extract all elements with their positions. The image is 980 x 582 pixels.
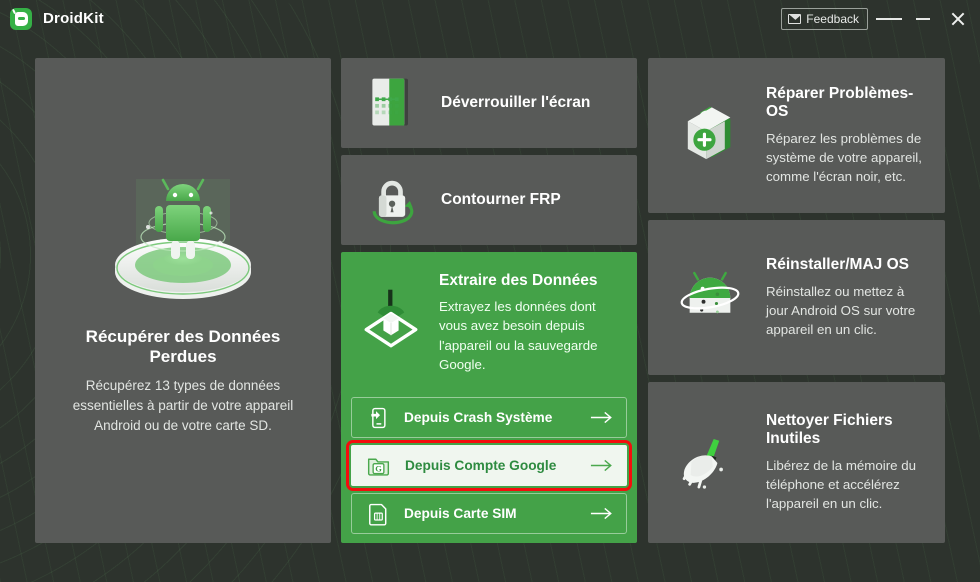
- sub-item-from-google-account[interactable]: G Depuis Compte Google: [346, 440, 632, 491]
- app-title: DroidKit: [43, 10, 104, 27]
- minimize-icon[interactable]: [910, 6, 936, 32]
- droidkit-logo-icon: [10, 7, 32, 30]
- card-clean-junk-files[interactable]: Nettoyer Fichiers Inutiles Libérez de la…: [648, 382, 945, 543]
- arrow-right-icon: [590, 411, 614, 424]
- arrow-right-icon: [590, 459, 614, 472]
- sim-card-icon: [366, 502, 390, 526]
- close-icon[interactable]: [944, 6, 970, 32]
- card-unlock-screen[interactable]: Déverrouiller l'écran: [341, 58, 637, 148]
- panel-description: Récupérez 13 types de données essentiell…: [72, 377, 294, 434]
- recover-lost-data-panel[interactable]: Récupérer des Données Perdues Récupérez …: [35, 58, 331, 543]
- card-fix-os-issues[interactable]: Réparer Problèmes-OS Réparez les problèm…: [648, 58, 945, 213]
- card-extract-data[interactable]: Extraire des Données Extrayez les donnée…: [341, 252, 637, 543]
- sub-item-from-system-crash[interactable]: Depuis Crash Système: [351, 397, 627, 438]
- card-title: Extraire des Données: [439, 272, 598, 289]
- sub-item-label: Depuis Carte SIM: [404, 506, 517, 521]
- phone-crash-icon: [366, 406, 390, 430]
- main-stage: Récupérer des Données Perdues Récupérez …: [0, 37, 980, 582]
- card-description: Extrayez les données dont vous avez beso…: [439, 299, 598, 372]
- card-bypass-frp[interactable]: Contourner FRP: [341, 155, 637, 245]
- svg-text:G: G: [375, 463, 382, 473]
- extract-sub-items: Depuis Crash Système G Depuis Compte Goo…: [346, 390, 632, 534]
- card-title: Contourner FRP: [441, 191, 561, 208]
- google-folder-icon: G: [366, 453, 391, 478]
- hamburger-menu-icon[interactable]: [876, 6, 903, 32]
- android-orbit-icon: [662, 261, 758, 335]
- pattern-lock-screen-icon: [363, 73, 423, 133]
- envelope-icon: [788, 13, 802, 24]
- card-title: Nettoyer Fichiers Inutiles: [766, 411, 893, 447]
- arrow-right-icon: [590, 507, 614, 520]
- card-description: Réparez les problèmes de système de votr…: [766, 130, 922, 185]
- card-title: Déverrouiller l'écran: [441, 94, 591, 111]
- card-title: Réinstaller/MAJ OS: [766, 255, 909, 273]
- card-description: Libérez de la mémoire du téléphone et ac…: [766, 457, 917, 512]
- data-cube-extract-icon: [353, 266, 429, 374]
- broom-icon: [662, 426, 758, 500]
- android-robot-pedestal-icon: [98, 165, 268, 315]
- feedback-label: Feedback: [806, 11, 859, 26]
- padlock-arrow-icon: [363, 170, 423, 230]
- card-description: Réinstallez ou mettez à jour Android OS …: [766, 283, 916, 338]
- card-title: Réparer Problèmes-OS: [766, 84, 914, 120]
- sub-item-from-sim-card[interactable]: Depuis Carte SIM: [351, 493, 627, 534]
- page-title: Récupérer des Données Perdues: [85, 326, 281, 366]
- feedback-button[interactable]: Feedback: [781, 7, 868, 30]
- sub-item-label: Depuis Crash Système: [404, 410, 553, 425]
- window-controls: Feedback: [781, 6, 980, 32]
- sub-item-label: Depuis Compte Google: [405, 458, 557, 473]
- card-reinstall-upgrade-os[interactable]: Réinstaller/MAJ OS Réinstallez ou mettez…: [648, 220, 945, 375]
- toolkit-case-plus-icon: [662, 99, 758, 173]
- title-bar: DroidKit Feedback: [0, 0, 980, 37]
